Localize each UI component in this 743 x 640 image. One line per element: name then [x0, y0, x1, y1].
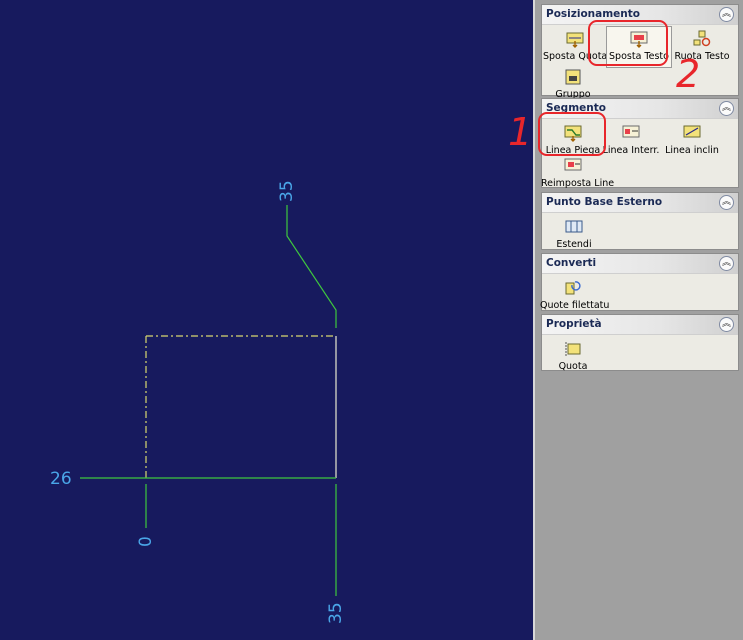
- thread-dimension-icon: [565, 281, 581, 295]
- estendi-button[interactable]: Estendi: [542, 215, 606, 255]
- tool-label: Linea Interr.: [602, 145, 660, 156]
- top-leader-line[interactable]: [286, 205, 337, 328]
- group-icon: [565, 69, 581, 85]
- section-title: Converti: [546, 257, 597, 269]
- section-title: Punto Base Esterno: [546, 196, 663, 208]
- reimposta-line-button[interactable]: Reimposta Line: [541, 154, 615, 194]
- annotation-number-2: 2: [676, 52, 701, 96]
- tool-label: Reimposta Line: [541, 178, 615, 189]
- highlight-box-sposta-testo: [588, 20, 668, 66]
- collapse-chevron-icon[interactable]: ︽: [719, 101, 734, 116]
- section-title: Proprietà: [546, 318, 602, 330]
- collapse-chevron-icon[interactable]: ︽: [719, 256, 734, 271]
- tool-panel: Posizionamento ︽ Sposta Quota Sposta Tes…: [535, 0, 743, 640]
- dim-label-bottom-left[interactable]: 0: [136, 536, 156, 547]
- dim-label-top[interactable]: 35: [277, 180, 297, 202]
- linea-interr-button[interactable]: Linea Interr.: [599, 121, 663, 161]
- reset-line-icon: [564, 158, 582, 171]
- drawing-svg[interactable]: 35 26 0 35: [0, 0, 533, 640]
- break-line-icon: [622, 125, 640, 138]
- inclined-line-icon: [683, 125, 701, 138]
- dimension-properties-icon: [565, 342, 581, 356]
- drawing-canvas[interactable]: 35 26 0 35: [0, 0, 533, 640]
- tool-label: Estendi: [556, 239, 592, 250]
- tool-label: Quota: [558, 361, 588, 372]
- section-title: Posizionamento: [546, 8, 641, 20]
- quota-properties-button[interactable]: Quota: [541, 337, 605, 377]
- section-punto-base-esterno: Punto Base Esterno ︽ Estendi: [541, 192, 739, 250]
- move-dimension-icon: [566, 32, 584, 48]
- annotation-number-1: 1: [508, 110, 533, 154]
- rotate-text-icon: [693, 30, 711, 47]
- extend-icon: [565, 220, 583, 233]
- dim-label-bottom-right[interactable]: 35: [326, 602, 346, 624]
- collapse-chevron-icon[interactable]: ︽: [719, 195, 734, 210]
- linea-inclin-button[interactable]: Linea inclin: [660, 121, 724, 161]
- highlight-box-linea-piega: [538, 112, 606, 156]
- section-header[interactable]: Converti ︽: [542, 254, 738, 274]
- section-header[interactable]: Punto Base Esterno ︽: [542, 193, 738, 213]
- quote-filettatu-button[interactable]: Quote filettatu: [540, 276, 610, 316]
- tool-label: Quote filettatu: [540, 300, 610, 311]
- tool-label: Linea inclin: [665, 145, 719, 156]
- section-proprieta: Proprietà ︽ Quota: [541, 314, 739, 372]
- collapse-chevron-icon[interactable]: ︽: [719, 7, 734, 22]
- section-header[interactable]: Proprietà ︽: [542, 315, 738, 335]
- collapse-chevron-icon[interactable]: ︽: [719, 317, 734, 332]
- dim-label-left[interactable]: 26: [50, 469, 72, 489]
- section-converti: Converti ︽ Quote filettatu: [540, 253, 739, 311]
